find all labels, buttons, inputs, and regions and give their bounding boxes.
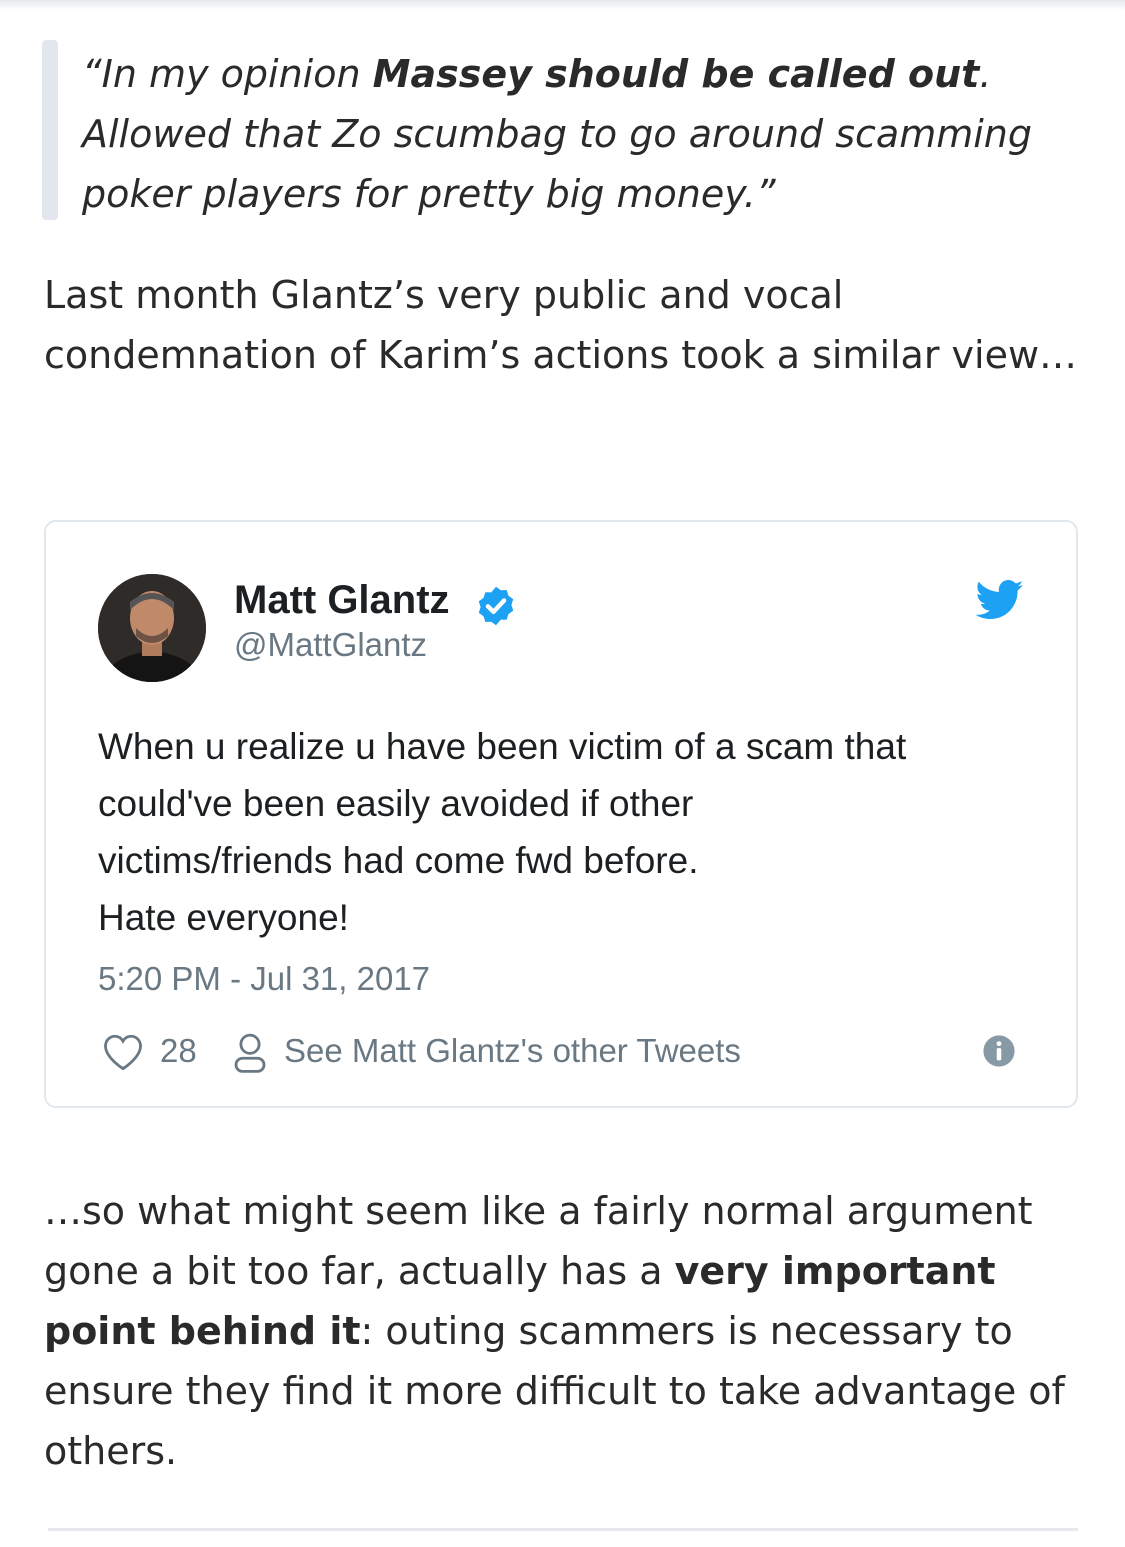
heart-icon[interactable] [102,1032,144,1072]
tweet-text-line: Hate everyone! [98,897,349,938]
tweet-text-line: When u realize u have been victim of a s… [98,726,907,767]
tweet-actions: 28 See Matt Glantz's other Tweets [102,1032,1022,1076]
tweet-timestamp[interactable]: 5:20 PM - Jul 31, 2017 [98,960,430,998]
quote-open: “In my opinion [82,52,373,96]
quote-bold: Massey should be called out [372,52,980,96]
tweet-text-line: victims/friends had come fwd before. [98,840,699,881]
twitter-bird-icon[interactable] [976,580,1024,620]
author-name[interactable]: Matt Glantz [234,578,450,623]
quote-text: “In my opinion Massey should be called o… [82,44,1072,224]
quote-bar [42,40,58,220]
tweet-text: When u realize u have been victim of a s… [98,718,1038,946]
tweet-text-line: could've been easily avoided if other [98,783,694,824]
like-count[interactable]: 28 [160,1032,197,1070]
blockquote: “In my opinion Massey should be called o… [42,40,1082,220]
info-icon[interactable] [982,1034,1016,1068]
avatar[interactable] [98,574,206,682]
see-other-tweets-link[interactable]: See Matt Glantz's other Tweets [284,1032,741,1070]
top-shadow [0,0,1125,10]
section-divider [48,1528,1078,1531]
article-paragraph-conclusion: …so what might seem like a fairly normal… [44,1181,1084,1481]
person-icon[interactable] [232,1032,268,1074]
avatar-image [98,574,206,682]
article-paragraph-intro: Last month Glantz’s very public and voca… [44,273,1078,377]
verified-badge-icon [478,586,514,626]
embedded-tweet[interactable]: Matt Glantz @MattGlantz When u realize u… [44,520,1078,1108]
author-handle[interactable]: @MattGlantz [234,626,427,664]
